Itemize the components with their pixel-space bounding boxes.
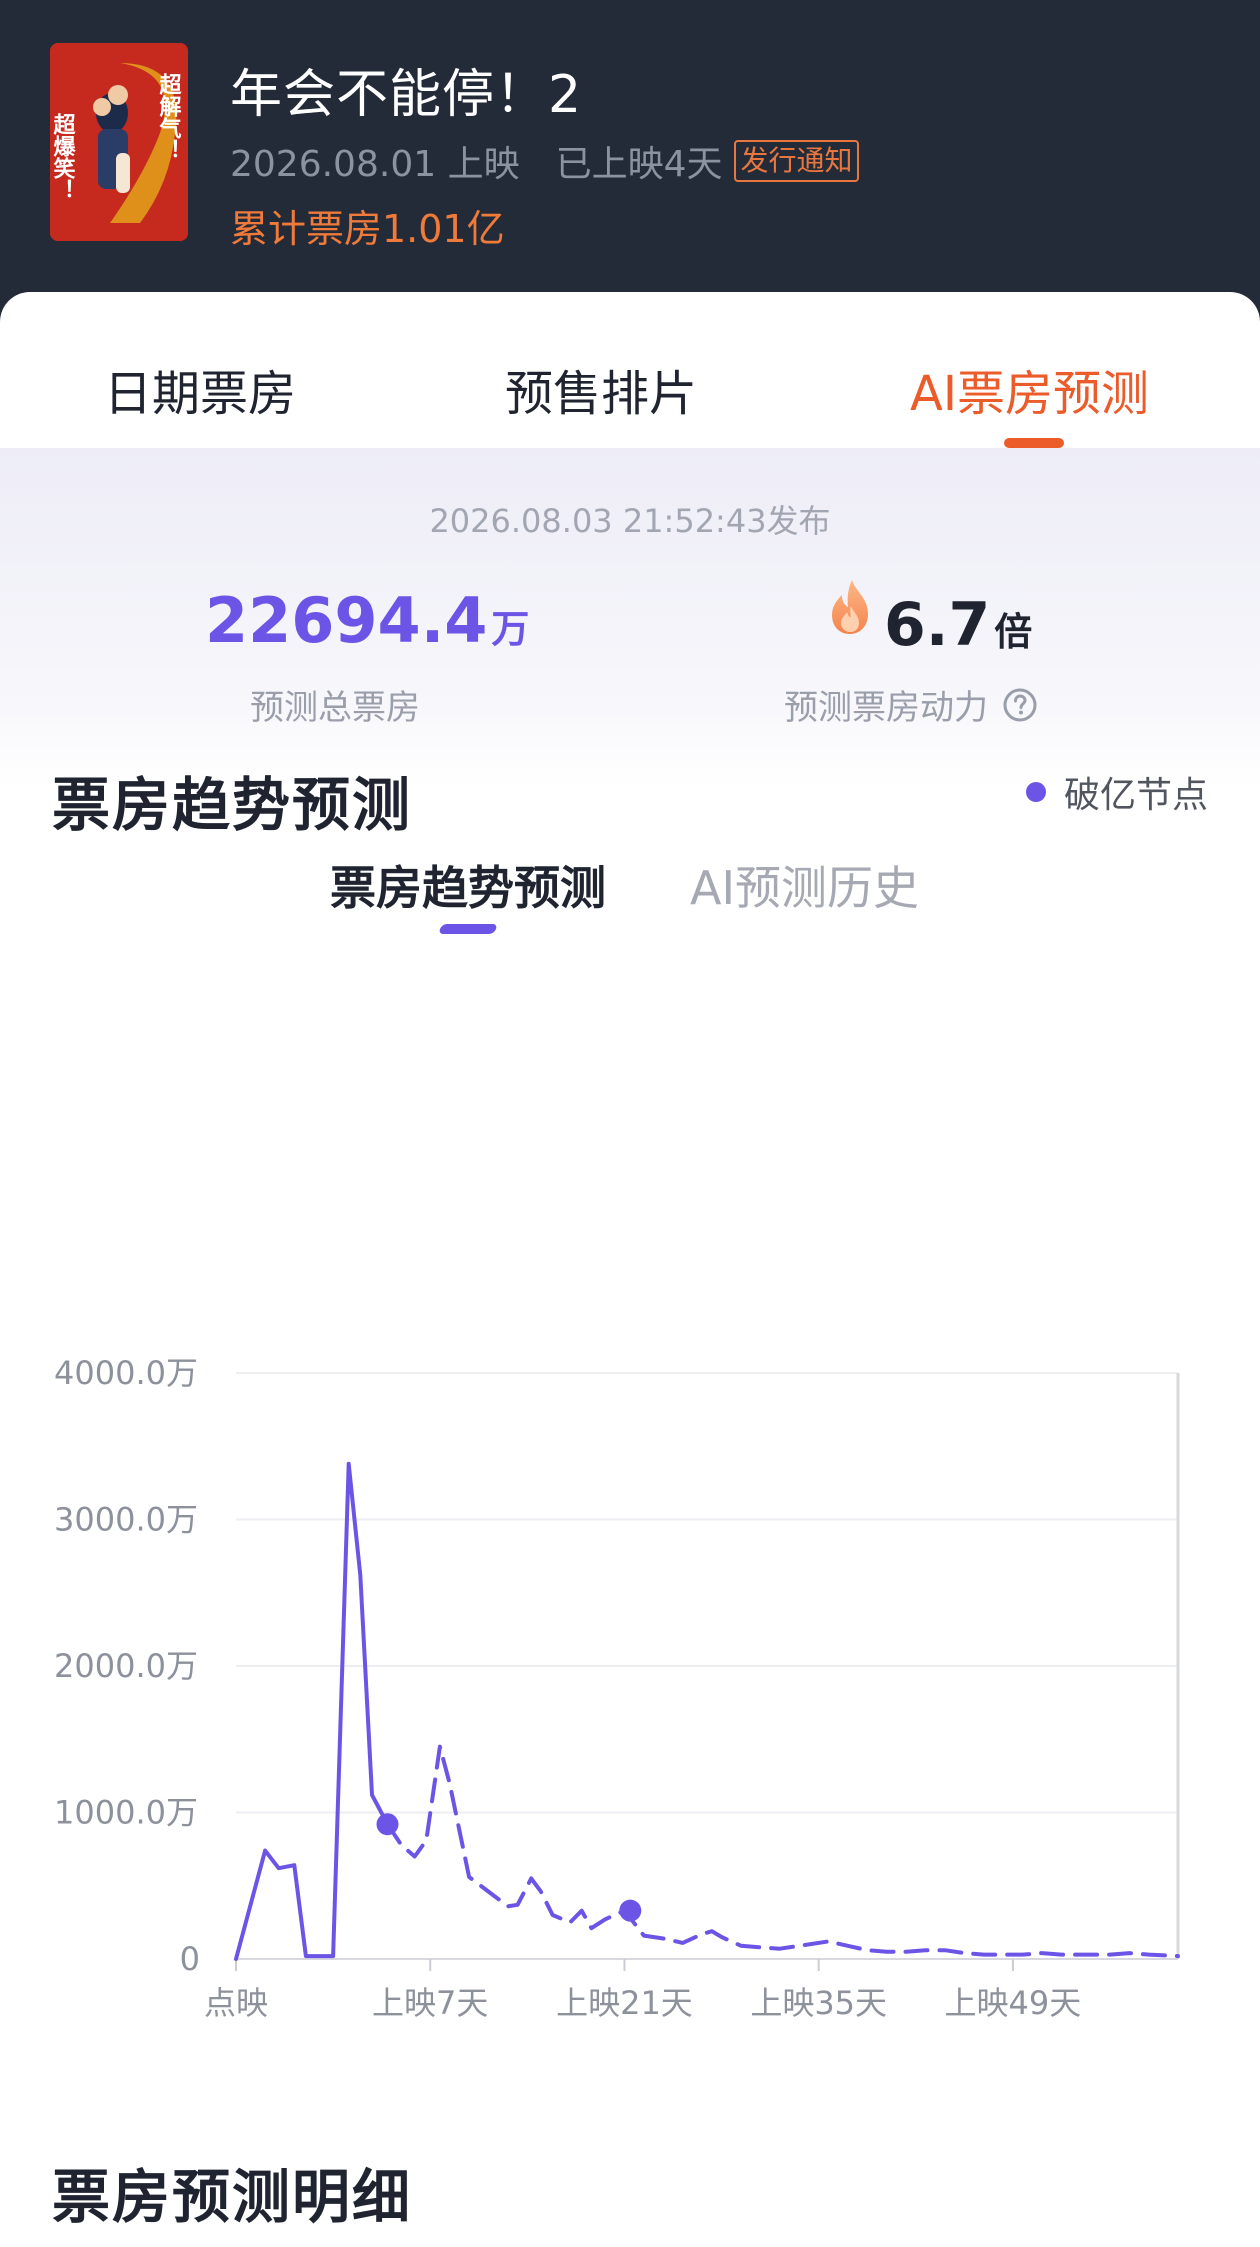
subtab-ai-history[interactable]: AI预测历史	[690, 852, 919, 918]
release-notice-badge[interactable]: 发行通知	[734, 140, 859, 182]
active-tab-indicator	[1004, 438, 1064, 448]
trend-section-title: 票房趋势预测	[52, 771, 413, 839]
x-tick-label: 上映7天	[372, 1984, 488, 2022]
detail-section-title: 票房预测明细	[52, 2163, 413, 2231]
release-date: 2026.08.01 上映	[230, 144, 520, 185]
forecast-subtabs: 票房趋势预测 AI预测历史	[0, 852, 1260, 952]
poster-text-left: 超爆笑！	[50, 113, 76, 201]
poster-text-right: 超解气！	[156, 73, 183, 161]
total-forecast-unit: 万	[491, 607, 530, 651]
forecast-summary: 2026.08.03 21:52:43发布 22694.4 万 预测总票房 6.7…	[0, 448, 1260, 788]
movie-title: 年会不能停！2	[230, 65, 583, 125]
days-released: 已上映4天	[555, 144, 723, 185]
movie-poster[interactable]: 超爆笑！ 超解气！	[50, 43, 188, 241]
subtab-trend-forecast[interactable]: 票房趋势预测	[330, 852, 606, 918]
x-tick-label: 上映21天	[556, 1984, 693, 2022]
movie-header: 超爆笑！ 超解气！ 年会不能停！2 2026.08.01 上映 已上映4天 发行…	[0, 0, 1260, 330]
legend-marker	[1025, 782, 1046, 802]
momentum-number: 6.7	[884, 590, 991, 660]
publish-time: 2026.08.03 21:52:43发布	[429, 502, 831, 540]
fire-icon	[832, 580, 868, 634]
poster-image: 超爆笑！ 超解气！	[50, 43, 188, 241]
y-tick-label: 2000.0万	[54, 1647, 198, 1685]
total-forecast-label: 预测总票房	[250, 688, 420, 728]
main-tabs: 日期票房 预售排片 AI票房预测	[0, 292, 1260, 448]
chart-legend: 破亿节点	[1025, 766, 1208, 818]
tab-presale-schedule[interactable]: 预售排片	[505, 354, 697, 424]
milestone-point	[376, 1813, 399, 1836]
cumulative-box-office: 累计票房1.01亿	[230, 207, 505, 251]
box-office-momentum-value: 6.7 倍	[884, 590, 1032, 660]
x-tick-label: 上映35天	[750, 1984, 887, 2022]
total-forecast-value: 22694.4 万	[205, 584, 529, 657]
y-tick-label: 4000.0万	[54, 1354, 198, 1392]
active-subtab-indicator	[438, 924, 498, 934]
x-tick-label: 点映	[204, 1984, 268, 2022]
movie-meta: 2026.08.01 上映 已上映4天 发行通知	[230, 136, 859, 186]
actual-series-line	[234, 1461, 390, 1961]
y-tick-label: 0	[180, 1940, 200, 1978]
box-office-momentum-label: 预测票房动力	[784, 680, 1038, 729]
total-forecast-number: 22694.4	[205, 584, 488, 657]
help-icon[interactable]	[1002, 687, 1038, 723]
momentum-unit: 倍	[994, 610, 1033, 654]
forecast-series-line	[385, 1744, 1180, 1959]
x-tick-label: 上映49天	[945, 1984, 1082, 2022]
momentum-label-text: 预测票房动力	[784, 688, 988, 728]
box-office-trend-chart[interactable]: 0 1000.0万 2000.0万 3000.0万 4000.0万点映 上映7天 上映21天…	[0, 1292, 1260, 2052]
y-tick-label: 3000.0万	[54, 1501, 198, 1539]
y-tick-label: 1000.0万	[54, 1794, 198, 1832]
milestone-point	[619, 1899, 642, 1922]
legend-label: 破亿节点	[1063, 775, 1208, 816]
tab-ai-forecast[interactable]: AI票房预测	[910, 354, 1149, 424]
tab-date-box-office[interactable]: 日期票房	[104, 354, 296, 424]
